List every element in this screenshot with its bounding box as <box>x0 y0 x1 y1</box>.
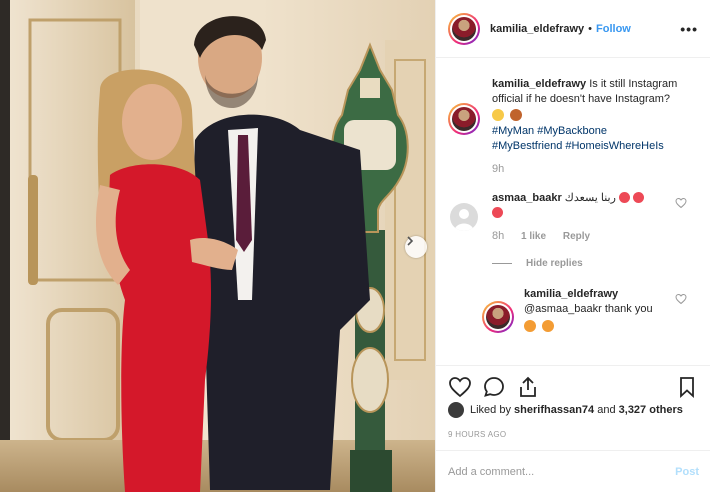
post-header: kamilia_eldefrawy • Follow ••• <box>436 0 710 58</box>
comment-emoji-line <box>492 206 692 221</box>
comment-icon[interactable] <box>482 375 506 399</box>
hide-replies-label: Hide replies <box>526 258 583 269</box>
comment-likes[interactable]: 1 like <box>521 231 546 242</box>
like-comment-heart-icon[interactable] <box>675 197 687 209</box>
more-options-icon[interactable]: ••• <box>680 21 698 37</box>
smile-emoji-icon <box>492 109 504 121</box>
post-sidebar: kamilia_eldefrawy • Follow ••• kamilia_e… <box>435 0 710 492</box>
divider <box>492 263 512 264</box>
default-avatar-icon <box>454 209 474 231</box>
hashtag-link[interactable]: #MyBestfriend <box>492 140 562 152</box>
like-reply-heart-icon[interactable] <box>675 293 687 305</box>
add-comment-bar: Post <box>436 450 710 492</box>
chevron-right-icon <box>407 236 414 246</box>
heart-eyes-emoji-icon <box>542 320 555 332</box>
hide-replies-button[interactable]: Hide replies <box>492 258 699 269</box>
reply-username[interactable]: kamilia_eldefrawy <box>524 288 618 300</box>
hashtag-link[interactable]: #MyMan <box>492 125 534 137</box>
liker-avatar[interactable] <box>448 402 464 418</box>
photo-illustration <box>0 0 435 492</box>
reply-text: @asmaa_baakr thank you <box>524 303 653 315</box>
heart-icon[interactable] <box>448 375 472 399</box>
instagram-post: kamilia_eldefrawy • Follow ••• kamilia_e… <box>0 0 710 492</box>
commenter-avatar[interactable] <box>450 203 478 231</box>
post-photo[interactable] <box>0 0 435 492</box>
share-icon[interactable] <box>516 375 540 399</box>
comment-row: asmaa_baakr ربنا يسعدك 8h 1 like Reply <box>448 191 699 244</box>
avatar[interactable] <box>448 12 480 45</box>
caption-time: 9h <box>492 163 505 175</box>
heart-eyes-emoji-icon <box>524 320 536 332</box>
red-heart-emoji-icon <box>632 192 644 203</box>
comment-meta: 8h 1 like Reply <box>492 229 692 244</box>
likes-line: Liked by sherifhassan74 and 3,327 others <box>448 402 683 418</box>
comment-time: 8h <box>492 230 505 242</box>
post-timestamp[interactable]: 9 HOURS AGO <box>448 430 506 439</box>
reply-text-line: @asmaa_baakr thank you <box>524 302 674 317</box>
caption-avatar[interactable] <box>448 103 480 135</box>
caption-username[interactable]: kamilia_eldefrawy <box>492 78 586 90</box>
next-photo-button[interactable] <box>405 236 427 258</box>
reply-avatar[interactable] <box>482 301 514 333</box>
reply-row: kamilia_eldefrawy @asmaa_baakr thank you <box>482 287 699 335</box>
caption-hashtags: #MyMan #MyBackbone #MyBestfriend #Homeis… <box>492 124 692 154</box>
action-bar <box>436 365 710 407</box>
comment-username[interactable]: asmaa_baakr <box>492 192 562 204</box>
bookmark-icon[interactable] <box>675 375 699 399</box>
header-separator: • <box>588 22 593 35</box>
caption-meta: 9h <box>492 162 692 177</box>
likes-prefix: Liked by <box>470 404 511 416</box>
comment-input[interactable] <box>448 465 676 478</box>
reply-button[interactable]: Reply <box>563 231 590 242</box>
caption: kamilia_eldefrawy Is it still Instagram … <box>448 77 699 177</box>
post-comment-button[interactable]: Post <box>675 466 699 478</box>
red-heart-emoji-icon <box>492 207 503 218</box>
person-emoji-icon <box>510 109 523 121</box>
liker-username[interactable]: sherifhassan74 <box>514 404 594 416</box>
likes-count[interactable]: 3,327 others <box>619 404 683 416</box>
header-username[interactable]: kamilia_eldefrawy <box>490 23 584 35</box>
hashtag-link[interactable]: #MyBackbone <box>537 125 607 137</box>
caption-emojis <box>492 109 692 124</box>
reply-emojis <box>524 320 674 335</box>
comments-section[interactable]: kamilia_eldefrawy Is it still Instagram … <box>436 59 710 364</box>
comment-text: ربنا يسعدك <box>564 192 616 204</box>
hashtag-link[interactable]: #HomeisWhereHeIs <box>565 140 663 152</box>
follow-button[interactable]: Follow <box>596 23 631 35</box>
red-heart-emoji-icon <box>618 192 630 203</box>
likes-and: and <box>597 404 616 416</box>
